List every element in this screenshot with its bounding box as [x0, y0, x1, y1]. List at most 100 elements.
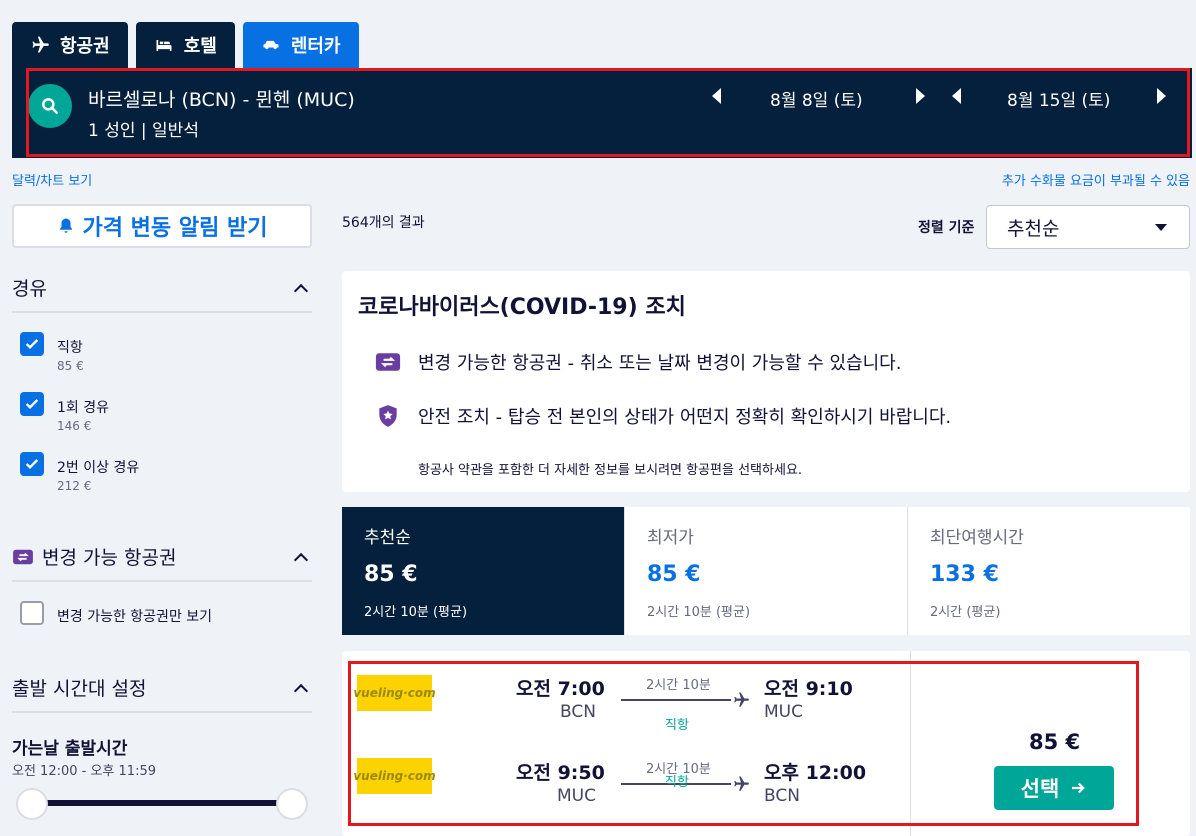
outbound-route-line: [621, 699, 731, 701]
sort-tab-best[interactable]: 추천순 85 € 2시간 10분 (평균): [342, 507, 625, 635]
covid-safety-text: 안전 조치 - 탑승 전 본인의 상태가 어떤지 정확히 확인하시기 바랍니다.: [418, 407, 952, 428]
chevron-up-icon: [293, 683, 309, 698]
departure-time-slider-track[interactable]: [30, 800, 292, 806]
outbound-departure-time: 오전 7:00: [516, 678, 605, 700]
departure-time-slider-end-handle[interactable]: [276, 788, 308, 820]
departure-time-filter-title: 출발 시간대 설정: [12, 678, 147, 700]
covid-flexible-row: 변경 가능한 항공권 - 취소 또는 날짜 변경이 가능할 수 있습니다.: [374, 349, 901, 375]
covid-note: 항공사 약관을 포함한 더 자세한 정보를 보시려면 항공편을 선택하세요.: [418, 463, 803, 478]
departure-time-slider-start-handle[interactable]: [16, 788, 48, 820]
check-icon: [25, 339, 39, 349]
outbound-duration: 2시간 10분: [646, 678, 711, 693]
sort-tab-cheapest-duration: 2시간 10분 (평균): [647, 605, 751, 620]
outbound-departure-time-title: 가는날 출발시간: [12, 739, 128, 759]
ticket-swap-icon: [13, 549, 33, 564]
sort-tab-cheapest[interactable]: 최저가 85 € 2시간 10분 (평균): [625, 507, 908, 635]
return-date-prev-icon[interactable]: [952, 88, 961, 104]
search-passengers: 1 성인 | 일반석: [88, 121, 199, 141]
bell-icon: [59, 218, 72, 233]
covid-safety-row: 안전 조치 - 탑승 전 본인의 상태가 어떤지 정확히 확인하시기 바랍니다.: [374, 403, 951, 429]
results-count: 564개의 결과: [342, 215, 425, 231]
flight-card-divider: [910, 651, 911, 836]
shield-icon: [379, 405, 397, 427]
search-button[interactable]: [28, 84, 72, 128]
product-tabs: 항공권 호텔 렌터카: [12, 22, 359, 68]
checkbox-one-stop-label: 1회 경유: [57, 400, 109, 416]
search-summary-bar[interactable]: [12, 68, 1192, 158]
checkbox-direct-label: 직항: [57, 340, 83, 356]
plane-icon: [734, 692, 749, 707]
plane-icon: [32, 36, 49, 53]
flight-price: 85 €: [1029, 730, 1081, 754]
depart-date-next-icon[interactable]: [916, 88, 925, 104]
covid-flexible-text: 변경 가능한 항공권 - 취소 또는 날짜 변경이 가능할 수 있습니다.: [418, 353, 902, 374]
tab-hotels-label: 호텔: [183, 36, 217, 57]
covid-info-card: 코로나바이러스(COVID-19) 조치 변경 가능한 항공권 - 취소 또는 …: [342, 271, 1190, 492]
caret-down-icon: [1155, 224, 1167, 231]
calendar-chart-link[interactable]: 달력/차트 보기: [12, 170, 92, 189]
sort-tab-fastest-price: 133 €: [930, 562, 999, 587]
arrow-right-icon: [1072, 782, 1086, 794]
outbound-arrival-code: MUC: [764, 702, 803, 722]
select-flight-button[interactable]: 선택: [994, 766, 1114, 810]
check-icon: [25, 459, 39, 469]
inbound-arrival-time: 오후 12:00: [764, 762, 867, 784]
inbound-arrival-code: BCN: [764, 786, 800, 806]
baggage-fee-link[interactable]: 추가 수화물 요금이 부과될 수 있음: [1002, 170, 1190, 189]
select-flight-label: 선택: [1020, 777, 1060, 801]
inbound-departure-time: 오전 9:50: [516, 762, 605, 784]
sort-dropdown[interactable]: 추천순: [986, 205, 1190, 249]
airline-logo: vueling·com: [353, 675, 436, 711]
tab-flights-label: 항공권: [60, 36, 110, 57]
checkbox-one-stop[interactable]: [20, 392, 44, 416]
checkbox-two-plus-stops[interactable]: [20, 452, 44, 476]
checkbox-direct[interactable]: [20, 332, 44, 356]
checkbox-flexible-only-label: 변경 가능한 항공권만 보기: [57, 609, 213, 625]
checkbox-direct-price: 85 €: [57, 359, 84, 373]
inbound-stops: 직항: [665, 775, 689, 790]
departure-time-filter-header[interactable]: 출발 시간대 설정: [12, 674, 312, 713]
outbound-stops: 직항: [665, 718, 689, 733]
return-date[interactable]: 8월 15일 (토): [1007, 86, 1110, 111]
checkbox-one-stop-price: 146 €: [57, 419, 92, 433]
tab-car-hire[interactable]: 렌터카: [242, 22, 359, 68]
sort-label: 정렬 기준: [918, 220, 975, 236]
sort-dropdown-value: 추천순: [1007, 217, 1060, 240]
sort-tab-best-price: 85 €: [364, 562, 418, 587]
tab-hotels[interactable]: 호텔: [135, 22, 235, 68]
stops-filter-header[interactable]: 경유: [12, 274, 312, 313]
search-route: 바르셀로나 (BCN) - 뮌헨 (MUC): [88, 89, 355, 111]
sort-tab-fastest[interactable]: 최단여행시간 133 € 2시간 (평균): [908, 507, 1190, 635]
chevron-up-icon: [293, 552, 309, 567]
sort-tab-fastest-duration: 2시간 (평균): [930, 605, 1001, 620]
check-icon: [25, 399, 39, 409]
sort-tab-cheapest-title: 최저가: [647, 528, 694, 548]
price-alert-label: 가격 변동 알림 받기: [82, 216, 268, 241]
stops-filter-title: 경유: [12, 278, 47, 300]
outbound-departure-time-range: 오전 12:00 - 오후 11:59: [12, 764, 156, 779]
ticket-swap-icon: [375, 353, 401, 371]
tab-flights[interactable]: 항공권: [12, 22, 128, 68]
sort-tab-fastest-title: 최단여행시간: [930, 528, 1024, 548]
checkbox-two-plus-stops-price: 212 €: [57, 479, 92, 493]
depart-date-prev-icon[interactable]: [712, 88, 721, 104]
outbound-departure-code: BCN: [560, 702, 596, 722]
checkbox-two-plus-stops-label: 2번 이상 경유: [57, 460, 140, 476]
flexible-filter-heading: 변경 가능 항공권: [12, 543, 176, 570]
sort-tab-cheapest-price: 85 €: [647, 562, 701, 587]
plane-icon: [734, 776, 749, 791]
sort-tab-best-title: 추천순: [364, 528, 411, 548]
airline-logo: vueling·com: [353, 758, 436, 794]
return-date-next-icon[interactable]: [1157, 88, 1166, 104]
flexible-filter-header[interactable]: 변경 가능 항공권: [12, 543, 312, 582]
flexible-filter-title: 변경 가능 항공권: [42, 547, 177, 569]
car-icon: [263, 40, 279, 50]
price-alert-button[interactable]: 가격 변동 알림 받기: [12, 204, 312, 248]
chevron-up-icon: [293, 283, 309, 298]
checkbox-flexible-only[interactable]: [20, 601, 44, 625]
covid-title: 코로나바이러스(COVID-19) 조치: [358, 295, 686, 320]
depart-date[interactable]: 8월 8일 (토): [770, 86, 863, 111]
sort-tab-best-duration: 2시간 10분 (평균): [364, 605, 468, 620]
sort-tabs: 추천순 85 € 2시간 10분 (평균) 최저가 85 € 2시간 10분 (…: [342, 507, 1190, 635]
inbound-departure-code: MUC: [557, 786, 596, 806]
